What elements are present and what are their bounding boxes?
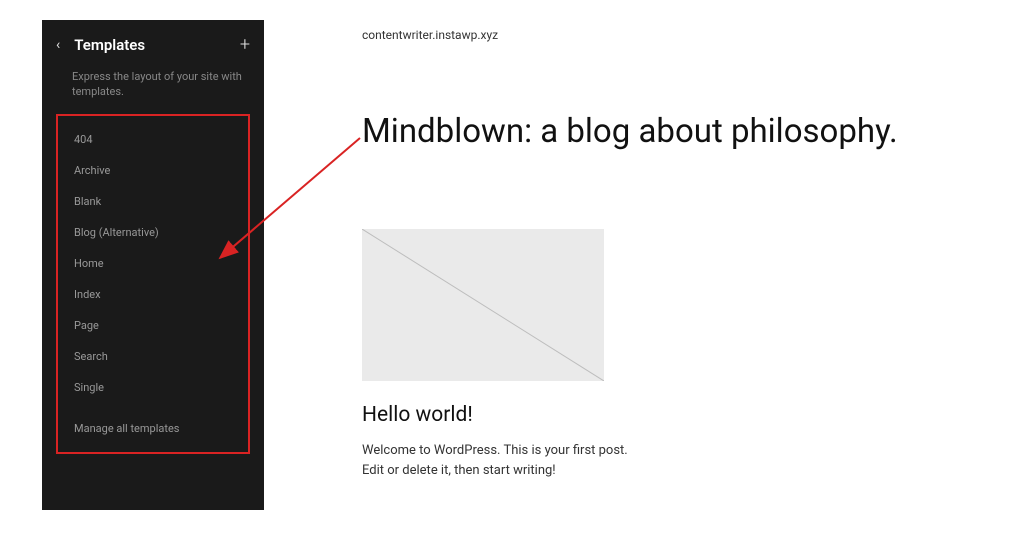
template-item-single[interactable]: Single bbox=[58, 372, 248, 403]
templates-sidebar: ‹ Templates + Express the layout of your… bbox=[42, 20, 264, 510]
sidebar-description: Express the layout of your site with tem… bbox=[42, 69, 264, 114]
post-excerpt: Welcome to WordPress. This is your first… bbox=[362, 441, 642, 480]
back-icon[interactable]: ‹ bbox=[56, 37, 60, 53]
add-template-icon[interactable]: + bbox=[240, 34, 250, 55]
template-item-blank[interactable]: Blank bbox=[58, 186, 248, 217]
blog-title: Mindblown: a blog about philosophy. bbox=[362, 112, 982, 151]
preview-content: contentwriter.instawp.xyz Mindblown: a b… bbox=[362, 28, 982, 480]
template-item-home[interactable]: Home bbox=[58, 248, 248, 279]
template-item-search[interactable]: Search bbox=[58, 341, 248, 372]
sidebar-title: Templates bbox=[74, 36, 240, 54]
templates-list-highlight: 404 Archive Blank Blog (Alternative) Hom… bbox=[56, 114, 250, 454]
template-item-blog-alternative[interactable]: Blog (Alternative) bbox=[58, 217, 248, 248]
template-item-index[interactable]: Index bbox=[58, 279, 248, 310]
template-item-404[interactable]: 404 bbox=[58, 124, 248, 155]
post-thumbnail-placeholder bbox=[362, 229, 604, 381]
post-excerpt-line: Welcome to WordPress. This is your first… bbox=[362, 443, 628, 458]
manage-all-templates-link[interactable]: Manage all templates bbox=[58, 413, 248, 444]
site-url: contentwriter.instawp.xyz bbox=[362, 28, 982, 42]
post-title[interactable]: Hello world! bbox=[362, 403, 982, 427]
template-item-page[interactable]: Page bbox=[58, 310, 248, 341]
sidebar-header: ‹ Templates + bbox=[42, 34, 264, 69]
template-item-archive[interactable]: Archive bbox=[58, 155, 248, 186]
post-excerpt-line: Edit or delete it, then start writing! bbox=[362, 463, 556, 478]
